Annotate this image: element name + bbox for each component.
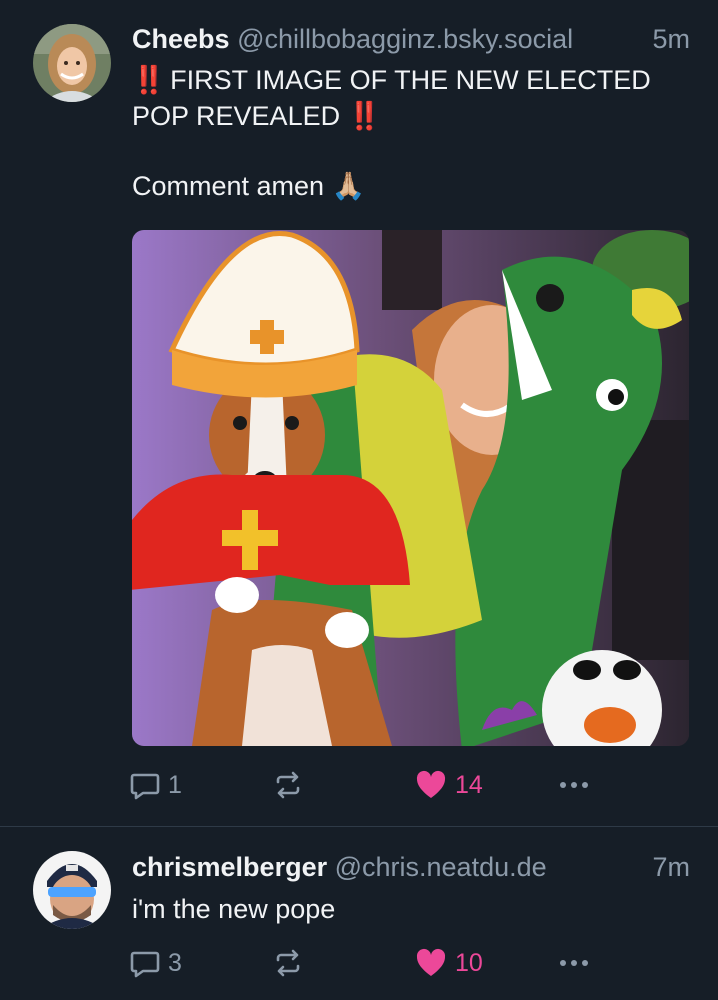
post-text: i'm the new pope [132, 894, 336, 924]
post-header: chrismelberger @chris.neatdu.de [132, 850, 547, 884]
reply-icon [130, 773, 160, 800]
repost-icon [276, 949, 300, 977]
repost-button[interactable] [272, 943, 304, 983]
post-chrismelberger[interactable]: chrismelberger @chris.neatdu.de 7m i'm t… [0, 827, 718, 1000]
display-name[interactable]: chrismelberger [132, 852, 327, 882]
user-handle[interactable]: @chillbobagginz.bsky.social [237, 24, 573, 54]
post-text-line-1: ‼️ FIRST IMAGE OF THE NEW ELECTED [132, 65, 651, 95]
double-exclamation-emoji: ‼️ [347, 101, 382, 131]
reply-button[interactable]: 1 [130, 765, 182, 805]
reply-count: 1 [168, 770, 182, 799]
avatar[interactable] [33, 851, 111, 929]
post-actions: 1 14 [130, 765, 690, 805]
timestamp[interactable]: 5m [652, 22, 690, 56]
more-icon [560, 782, 588, 788]
praying-hands-emoji: 🙏🏼 [331, 171, 366, 201]
timestamp[interactable]: 7m [652, 850, 690, 884]
user-handle[interactable]: @chris.neatdu.de [335, 852, 547, 882]
repost-button[interactable] [272, 765, 304, 805]
reply-icon [130, 951, 160, 978]
repost-icon [276, 771, 300, 799]
double-exclamation-emoji: ‼️ [132, 65, 166, 95]
post-image[interactable] [132, 230, 689, 746]
display-name[interactable]: Cheebs [132, 24, 230, 54]
post-text-line-3: Comment amen 🙏🏼 [132, 171, 366, 201]
post-cheebs[interactable]: Cheebs @chillbobagginz.bsky.social 5m ‼️… [0, 0, 718, 826]
like-count: 10 [455, 948, 483, 977]
post-text-line-2: POP REVEALED ‼️ [132, 101, 382, 131]
like-button[interactable]: 14 [415, 765, 483, 805]
more-icon [560, 960, 588, 966]
heart-icon [416, 948, 446, 976]
reply-button[interactable]: 3 [130, 943, 182, 983]
heart-icon [416, 770, 446, 798]
post-actions: 3 10 [130, 943, 690, 983]
post-text: ‼️ FIRST IMAGE OF THE NEW ELECTED POP RE… [132, 62, 651, 204]
post-header: Cheebs @chillbobagginz.bsky.social [132, 22, 573, 56]
reply-count: 3 [168, 948, 182, 977]
more-options-button[interactable] [558, 943, 590, 983]
like-button[interactable]: 10 [415, 943, 483, 983]
avatar[interactable] [33, 24, 111, 102]
more-options-button[interactable] [558, 765, 590, 805]
like-count: 14 [455, 770, 483, 799]
